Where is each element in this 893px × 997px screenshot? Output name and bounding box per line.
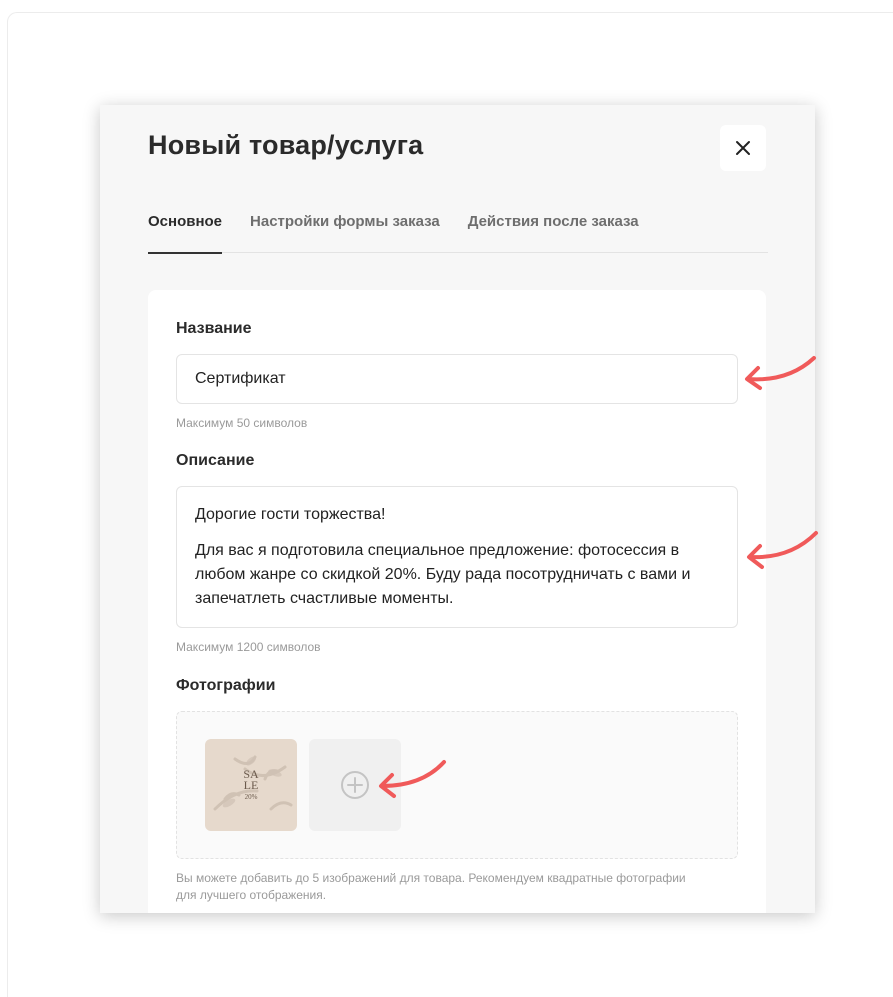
annotation-arrow-icon	[747, 531, 818, 569]
name-input[interactable]: Сертификат	[176, 354, 738, 404]
photos-label: Фотографии	[176, 677, 276, 694]
name-hint: Максимум 50 символов	[176, 416, 308, 430]
annotation-arrow-icon	[379, 760, 446, 798]
thumbnail-line: LE	[243, 778, 259, 792]
photo-thumbnail[interactable]: SA LE 20%	[205, 739, 297, 831]
new-product-modal: Новый товар/услуга Основное Настройки фо…	[100, 105, 815, 913]
tab-order-form-settings[interactable]: Настройки формы заказа	[250, 209, 440, 253]
close-button[interactable]	[720, 125, 766, 171]
description-label: Описание	[176, 452, 255, 469]
tab-after-order-actions[interactable]: Действия после заказа	[468, 209, 639, 253]
tab-main[interactable]: Основное	[148, 209, 223, 254]
photo-upload-area: SA LE 20%	[176, 711, 738, 859]
description-paragraph: Дорогие гости торжества!	[195, 506, 386, 523]
plus-circle-icon	[341, 771, 369, 799]
description-hint: Максимум 1200 символов	[176, 640, 321, 654]
form-card: Название Сертификат Максимум 50 символов…	[148, 290, 766, 913]
thumbnail-line: 20%	[244, 793, 258, 801]
modal-title: Новый товар/услуга	[148, 130, 424, 160]
photos-hint: Вы можете добавить до 5 изображений для …	[176, 871, 686, 902]
tab-bar: Основное Настройки формы заказа Действия…	[148, 209, 768, 254]
name-label: Название	[176, 320, 252, 337]
annotation-arrow-icon	[745, 356, 816, 390]
thumbnail-caption: SA LE 20%	[205, 768, 297, 803]
close-icon	[736, 141, 750, 155]
description-textarea[interactable]: Дорогие гости торжества! Для вас я подго…	[176, 486, 738, 628]
description-paragraph: Для вас я подготовила специальное предло…	[195, 542, 691, 607]
